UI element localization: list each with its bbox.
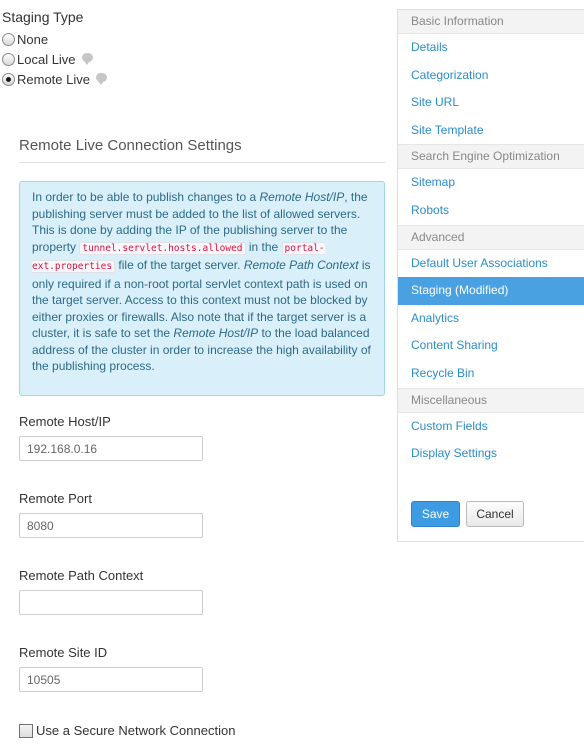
remote-host-label: Remote Host/IP: [19, 414, 111, 429]
remote-host-input[interactable]: [19, 436, 203, 461]
secure-connection-checkbox[interactable]: [19, 723, 33, 738]
nav-site-url[interactable]: Site URL: [398, 89, 584, 117]
secure-connection-option[interactable]: Use a Secure Network Connection: [19, 723, 235, 738]
staging-option-none[interactable]: None: [2, 29, 107, 49]
help-icon[interactable]: [81, 52, 93, 65]
nav-categorization[interactable]: Categorization: [398, 62, 584, 90]
nav-default-user-associations[interactable]: Default User Associations: [398, 250, 584, 278]
info-alert: In order to be able to publish changes t…: [19, 181, 385, 396]
button-bar: Save Cancel: [411, 501, 524, 527]
category-seo: Search Engine Optimization: [398, 144, 584, 170]
remote-port-label: Remote Port: [19, 491, 92, 506]
nav-robots[interactable]: Robots: [398, 197, 584, 225]
nav-display-settings[interactable]: Display Settings: [398, 440, 584, 468]
remote-site-id-label: Remote Site ID: [19, 645, 108, 660]
staging-type-title: Staging Type: [2, 9, 84, 25]
settings-sidebar: Basic Information Details Categorization…: [397, 9, 584, 542]
alert-text: in the: [245, 239, 282, 254]
nav-custom-fields[interactable]: Custom Fields: [398, 413, 584, 441]
radio-label-local-live: Local Live: [17, 51, 76, 67]
nav-site-template[interactable]: Site Template: [398, 117, 584, 145]
remote-path-label: Remote Path Context: [19, 568, 144, 583]
nav-staging[interactable]: Staging (Modified): [398, 277, 584, 305]
property-code: tunnel.servlet.hosts.allowed: [79, 241, 246, 255]
secure-connection-label: Use a Secure Network Connection: [36, 723, 236, 738]
alert-text: In order to be able to publish changes t…: [32, 190, 260, 204]
remote-site-id-field: Remote Site ID: [19, 645, 203, 692]
remote-path-input[interactable]: [19, 590, 203, 615]
remote-path-field: Remote Path Context: [19, 568, 203, 615]
cancel-button[interactable]: Cancel: [466, 501, 524, 527]
category-basic-information: Basic Information: [398, 10, 584, 34]
alert-text: file of the target server.: [115, 258, 244, 272]
radio-local-live[interactable]: [2, 52, 15, 66]
radio-none[interactable]: [2, 32, 15, 46]
staging-option-remote-live[interactable]: Remote Live: [2, 69, 107, 89]
remote-site-id-input[interactable]: [19, 667, 203, 692]
remote-port-field: Remote Port: [19, 491, 203, 538]
staging-type-group: Staging Type None Local Live Remote Live: [2, 9, 107, 89]
alert-emphasis: Remote Path Context: [243, 258, 359, 272]
radio-remote-live[interactable]: [2, 72, 15, 86]
section-title: Remote Live Connection Settings: [19, 137, 385, 163]
category-advanced: Advanced: [398, 224, 584, 250]
radio-label-none: None: [17, 31, 49, 47]
category-miscellaneous: Miscellaneous: [398, 387, 584, 413]
nav-analytics[interactable]: Analytics: [398, 305, 584, 333]
alert-emphasis: Remote Host/IP: [259, 190, 345, 204]
help-icon[interactable]: [95, 72, 107, 85]
radio-label-remote-live: Remote Live: [17, 71, 90, 87]
nav-recycle-bin[interactable]: Recycle Bin: [398, 360, 584, 388]
staging-option-local-live[interactable]: Local Live: [2, 49, 107, 69]
alert-emphasis: Remote Host/IP: [173, 326, 259, 340]
remote-host-field: Remote Host/IP: [19, 414, 203, 461]
remote-port-input[interactable]: [19, 513, 203, 538]
nav-content-sharing[interactable]: Content Sharing: [398, 332, 584, 360]
nav-sitemap[interactable]: Sitemap: [398, 169, 584, 197]
nav-details[interactable]: Details: [398, 34, 584, 62]
save-button[interactable]: Save: [411, 501, 460, 527]
